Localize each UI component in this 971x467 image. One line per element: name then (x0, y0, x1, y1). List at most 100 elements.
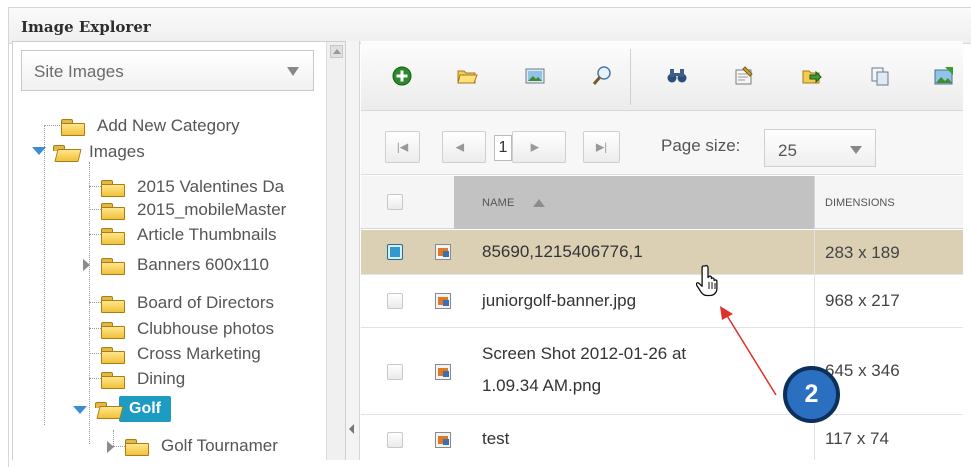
tree-item-2015-mobilemaster[interactable]: 2015_mobileMaster (99, 198, 286, 222)
edit-icon[interactable] (733, 65, 755, 87)
table-row[interactable]: 85690,1215406776,1 283 x 189 (361, 230, 963, 275)
tree-item-clubhouse-photos[interactable]: Clubhouse photos (99, 317, 274, 341)
image-file-icon (435, 432, 451, 448)
expand-arrow-icon[interactable] (83, 259, 90, 271)
open-folder-icon (51, 143, 77, 161)
hand-cursor-icon (696, 264, 718, 297)
tree-item-images[interactable]: Images (51, 140, 145, 164)
site-images-dropdown-value: Site Images (34, 62, 124, 81)
row-checkbox[interactable] (387, 244, 403, 260)
tree-item-dining[interactable]: Dining (99, 367, 185, 391)
tree-item-label-selected: Golf (119, 396, 171, 422)
page-size-dropdown[interactable]: 25 (764, 129, 876, 167)
tree-item-cross-marketing[interactable]: Cross Marketing (99, 342, 261, 366)
file-name: 85690,1215406776,1 (482, 242, 643, 261)
pager: |◀ ◀ 1 ▶ ▶| Page size: 25 (361, 111, 963, 175)
page-size-label: Page size: (661, 136, 741, 155)
tree-item-add-new-category[interactable]: Add New Category (59, 114, 240, 138)
find-icon[interactable] (666, 65, 688, 87)
add-icon[interactable] (391, 65, 413, 87)
tree-item-label: Add New Category (97, 116, 240, 135)
chevron-down-icon (850, 146, 862, 154)
tree-item-article-thumbnails[interactable]: Article Thumbnails (99, 223, 277, 247)
folder-icon (99, 256, 125, 275)
open-folder-icon[interactable] (456, 65, 478, 87)
tree-item-label: Cross Marketing (137, 344, 261, 363)
tree-line (44, 125, 45, 425)
table-row[interactable]: Screen Shot 2012-01-26 at 1.09.34 AM.png… (361, 328, 963, 415)
tree-scrollbar[interactable] (326, 42, 345, 460)
expand-arrow-icon[interactable] (107, 441, 114, 453)
open-folder-icon (93, 400, 119, 418)
sort-ascending-icon (533, 199, 545, 207)
tree-item-label: Article Thumbnails (137, 225, 277, 244)
move-icon[interactable] (801, 65, 823, 87)
collapse-arrow-icon[interactable] (73, 406, 87, 414)
title-bar: Image Explorer (9, 8, 971, 44)
file-dimensions: 968 x 217 (825, 291, 900, 310)
folder-icon (99, 345, 125, 364)
image-icon[interactable] (524, 65, 546, 87)
folder-icon (99, 226, 125, 245)
tree-item-2015-valentines[interactable]: 2015 Valentines Da (99, 175, 284, 199)
panel-splitter[interactable] (346, 41, 360, 460)
column-divider[interactable] (814, 176, 815, 229)
select-all-checkbox[interactable] (387, 194, 403, 210)
scroll-up-button[interactable] (330, 45, 343, 58)
tree-item-golf[interactable]: Golf (93, 396, 171, 422)
table-row[interactable]: juniorgolf-banner.jpg 968 x 217 (361, 275, 963, 328)
first-page-button[interactable]: |◀ (385, 131, 420, 163)
tree-item-label: Banners 600x110 (137, 255, 270, 274)
row-checkbox[interactable] (387, 364, 403, 380)
prev-page-button[interactable]: ◀ (442, 131, 486, 163)
tree-item-label: 2015_mobileMaster (137, 200, 287, 219)
tree-item-banners[interactable]: Banners 600x110 (99, 253, 269, 277)
file-dimensions: 645 x 346 (825, 361, 900, 380)
tree-item-label: 2015 Valentines Da (137, 177, 285, 196)
folder-icon (123, 437, 149, 456)
toolbar (361, 41, 963, 111)
tree-item-golf-tournament[interactable]: Golf Tournamer (123, 434, 278, 458)
category-tree-panel: Site Images Add New Category Images 2015… (12, 41, 346, 460)
file-dimensions: 117 x 74 (825, 429, 889, 448)
grid-header: NAME DIMENSIONS (361, 176, 963, 229)
column-divider (814, 275, 815, 327)
replace-image-icon[interactable] (933, 65, 955, 87)
tree-item-label: Board of Directors (137, 293, 274, 312)
next-page-button[interactable]: ▶ (512, 131, 566, 163)
row-checkbox[interactable] (387, 432, 403, 448)
tree-item-label: Dining (137, 369, 186, 388)
search-icon[interactable] (591, 65, 613, 87)
image-file-icon (435, 364, 451, 380)
file-list-panel: |◀ ◀ 1 ▶ ▶| Page size: 25 NAME DIMENSION… (361, 41, 963, 460)
folder-icon (99, 320, 125, 339)
window-title: Image Explorer (21, 18, 151, 36)
tree-item-label: Golf Tournamer (161, 436, 278, 455)
column-divider (814, 230, 815, 274)
chevron-down-icon (287, 67, 299, 76)
collapse-arrow-icon[interactable] (32, 147, 46, 155)
file-name: test (482, 429, 510, 448)
folder-icon (99, 370, 125, 389)
tree-line (44, 125, 60, 126)
image-file-icon (435, 244, 451, 260)
file-dimensions: 283 x 189 (825, 243, 900, 262)
tree-line (89, 162, 90, 444)
collapse-panel-icon[interactable] (349, 424, 354, 434)
current-page-number[interactable]: 1 (494, 135, 512, 161)
file-name-line-2: 1.09.34 AM.png (482, 376, 602, 395)
step-number-badge: 2 (783, 366, 840, 423)
last-page-button[interactable]: ▶| (583, 131, 620, 163)
tree-item-board-of-directors[interactable]: Board of Directors (99, 291, 274, 315)
folder-icon (99, 178, 125, 197)
folder-icon (99, 201, 125, 220)
table-row[interactable]: test 117 x 74 (361, 415, 963, 460)
folder-icon (99, 294, 125, 313)
page-size-value: 25 (778, 141, 797, 160)
copy-icon[interactable] (869, 65, 891, 87)
toolbar-separator (630, 49, 631, 105)
site-images-dropdown[interactable]: Site Images (21, 50, 314, 91)
row-checkbox[interactable] (387, 293, 403, 309)
dimensions-column-header[interactable]: DIMENSIONS (825, 197, 895, 209)
file-name-line-1: Screen Shot 2012-01-26 at (482, 344, 687, 363)
